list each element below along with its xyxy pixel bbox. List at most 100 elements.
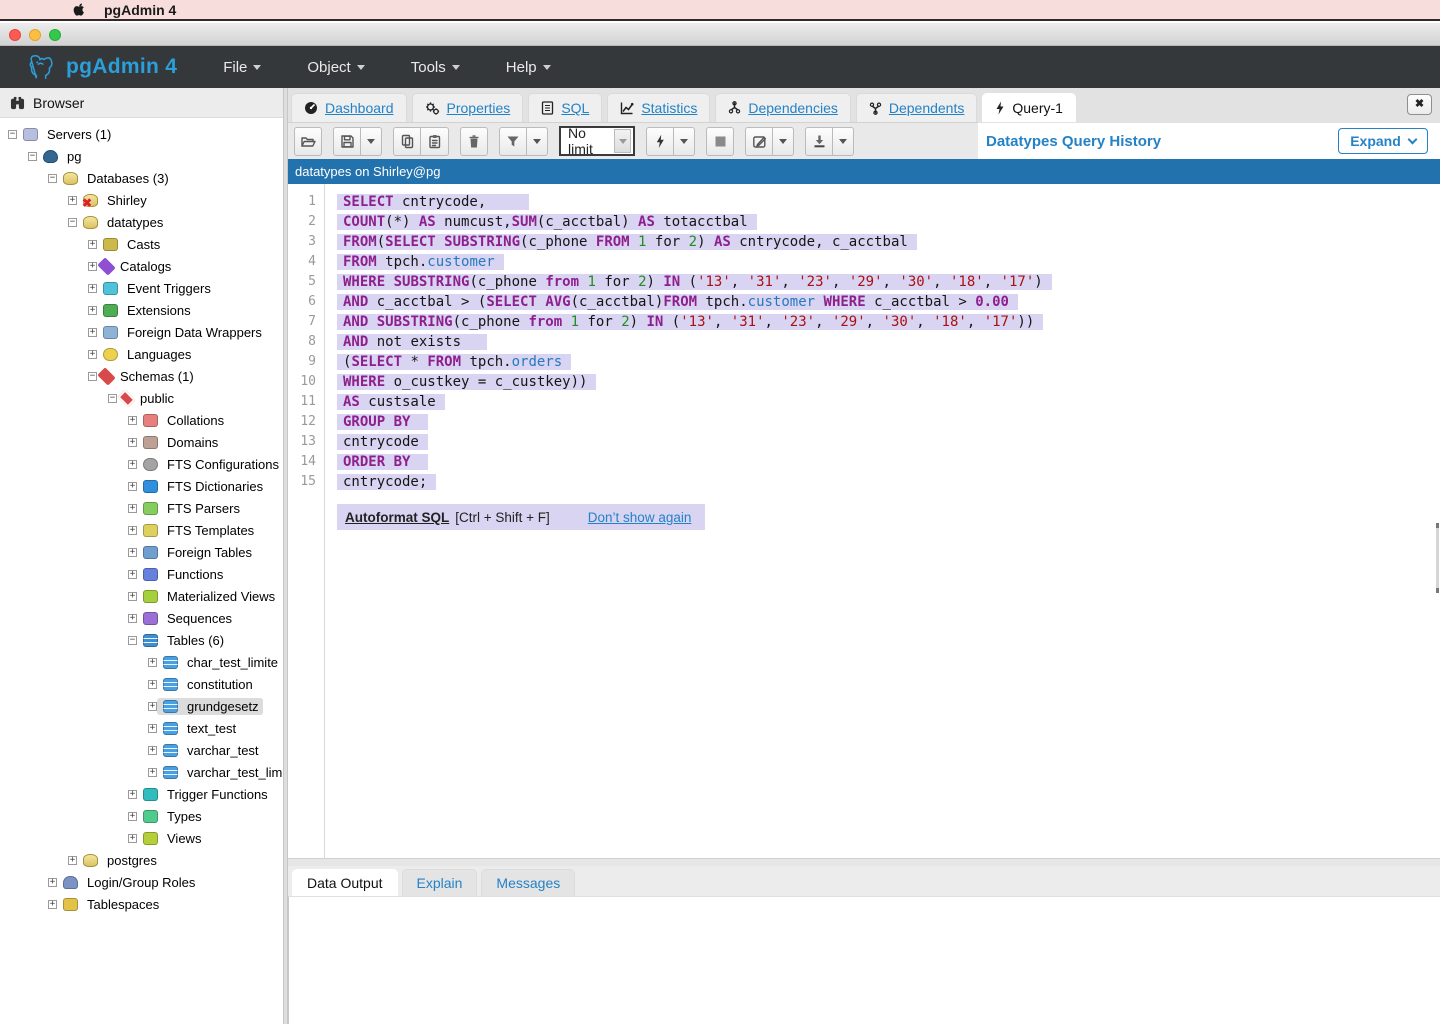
tree-item-varchar_test[interactable]: +varchar_test	[0, 739, 283, 761]
tab-dependencies[interactable]: Dependencies	[715, 93, 851, 122]
expand-icon[interactable]: +	[88, 328, 97, 337]
tree-item-domains[interactable]: +Domains	[0, 431, 283, 453]
tree-item-fts-templates[interactable]: +FTS Templates	[0, 519, 283, 541]
collapse-icon[interactable]: −	[8, 130, 17, 139]
tree-item-pg[interactable]: −pg	[0, 145, 283, 167]
tree-item-varchar_test_lim[interactable]: +varchar_test_lim	[0, 761, 283, 783]
tree-item-views[interactable]: +Views	[0, 827, 283, 849]
expand-icon[interactable]: +	[88, 284, 97, 293]
code-line-5[interactable]: WHERE SUBSTRING(c_phone from 1 for 2) IN…	[343, 272, 1430, 292]
editor-scrollbar[interactable]	[1436, 523, 1439, 593]
code-line-6[interactable]: AND c_acctbal > (SELECT AVG(c_acctbal)FR…	[343, 292, 1430, 312]
collapse-icon[interactable]: −	[108, 394, 117, 403]
tree-item-login-group-roles[interactable]: +Login/Group Roles	[0, 871, 283, 893]
code-line-12[interactable]: GROUP BY	[343, 412, 1430, 432]
filter-button[interactable]	[499, 127, 527, 156]
tree-item-grundgesetz[interactable]: +grundgesetz	[0, 695, 283, 717]
expand-icon[interactable]: +	[148, 768, 157, 777]
collapse-icon[interactable]: −	[128, 636, 137, 645]
tree-item-languages[interactable]: +Languages	[0, 343, 283, 365]
expand-icon[interactable]: +	[148, 680, 157, 689]
collapse-icon[interactable]: −	[68, 218, 77, 227]
tree-item-schemas[interactable]: −Schemas (1)	[0, 365, 283, 387]
tree-item-fts-dictionaries[interactable]: +FTS Dictionaries	[0, 475, 283, 497]
code-line-3[interactable]: FROM(SELECT SUBSTRING(c_phone FROM 1 for…	[343, 232, 1430, 252]
expand-icon[interactable]: +	[128, 438, 137, 447]
stop-button[interactable]	[706, 127, 734, 156]
delete-button[interactable]	[460, 127, 488, 156]
expand-icon[interactable]: +	[88, 306, 97, 315]
execute-menu-button[interactable]	[674, 127, 695, 156]
edit-button[interactable]	[745, 127, 773, 156]
expand-icon[interactable]: +	[128, 592, 137, 601]
expand-icon[interactable]: +	[88, 262, 97, 271]
tree-item-foreign-data-wrappers[interactable]: +Foreign Data Wrappers	[0, 321, 283, 343]
tree-item-sequences[interactable]: +Sequences	[0, 607, 283, 629]
tree-item-event-triggers[interactable]: +Event Triggers	[0, 277, 283, 299]
autoformat-action[interactable]: Autoformat SQL	[345, 510, 449, 525]
tree-item-fts-parsers[interactable]: +FTS Parsers	[0, 497, 283, 519]
code-line-7[interactable]: AND SUBSTRING(c_phone from 1 for 2) IN (…	[343, 312, 1430, 332]
paste-button[interactable]	[421, 127, 449, 156]
tab-data-output[interactable]: Data Output	[292, 869, 398, 896]
execute-query-button[interactable]	[646, 127, 674, 156]
collapse-icon[interactable]: −	[88, 372, 97, 381]
code-line-9[interactable]: (SELECT * FROM tpch.orders	[343, 352, 1430, 372]
tree-item-tables[interactable]: −Tables (6)	[0, 629, 283, 651]
code-line-15[interactable]: cntrycode;	[343, 472, 1430, 492]
expand-icon[interactable]: +	[128, 812, 137, 821]
dont-show-again-link[interactable]: Don’t show again	[588, 510, 692, 525]
expand-icon[interactable]: +	[88, 240, 97, 249]
tree-item-postgres[interactable]: +postgres	[0, 849, 283, 871]
tree-item-casts[interactable]: +Casts	[0, 233, 283, 255]
save-button[interactable]	[333, 127, 361, 156]
filter-menu-button[interactable]	[527, 127, 548, 156]
expand-icon[interactable]: +	[88, 350, 97, 359]
expand-icon[interactable]: +	[128, 504, 137, 513]
tree-item-datatypes[interactable]: −datatypes	[0, 211, 283, 233]
row-limit-select[interactable]: No limit	[559, 126, 635, 156]
expand-icon[interactable]: +	[68, 856, 77, 865]
sql-editor[interactable]: 123456789101112131415 SELECT cntrycode, …	[288, 184, 1440, 858]
zoom-window-button[interactable]	[49, 29, 61, 41]
tree-item-public[interactable]: −public	[0, 387, 283, 409]
tree-item-extensions[interactable]: +Extensions	[0, 299, 283, 321]
expand-icon[interactable]: +	[128, 834, 137, 843]
results-splitter[interactable]	[288, 858, 1440, 866]
expand-icon[interactable]: +	[128, 548, 137, 557]
code-line-11[interactable]: AS custsale	[343, 392, 1430, 412]
tree-item-text_test[interactable]: +text_test	[0, 717, 283, 739]
menu-file[interactable]: File	[223, 59, 261, 76]
expand-icon[interactable]: +	[148, 702, 157, 711]
tab-statistics[interactable]: Dependencies Statistics	[607, 93, 710, 122]
tree-item-fts-configurations[interactable]: +FTS Configurations	[0, 453, 283, 475]
expand-icon[interactable]: +	[128, 482, 137, 491]
expand-button[interactable]: Expand	[1338, 128, 1428, 154]
tab-properties[interactable]: Properties	[412, 93, 524, 122]
expand-icon[interactable]: +	[68, 196, 77, 205]
code-line-13[interactable]: cntrycode	[343, 432, 1430, 452]
tree-item-constitution[interactable]: +constitution	[0, 673, 283, 695]
tree-item-databases[interactable]: −Databases (3)	[0, 167, 283, 189]
tree-item-trigger-functions[interactable]: +Trigger Functions	[0, 783, 283, 805]
expand-icon[interactable]: +	[148, 658, 157, 667]
code-line-2[interactable]: COUNT(*) AS numcust,SUM(c_acctbal) AS to…	[343, 212, 1430, 232]
expand-icon[interactable]: +	[128, 416, 137, 425]
code-line-4[interactable]: FROM tpch.customer	[343, 252, 1430, 272]
expand-icon[interactable]: +	[128, 526, 137, 535]
collapse-icon[interactable]: −	[28, 152, 37, 161]
expand-icon[interactable]: +	[48, 900, 57, 909]
tree-item-materialized-views[interactable]: +Materialized Views	[0, 585, 283, 607]
open-file-button[interactable]	[294, 127, 322, 156]
collapse-icon[interactable]: −	[48, 174, 57, 183]
menubar-app-name[interactable]: pgAdmin 4	[104, 2, 176, 18]
tree-item-types[interactable]: +Types	[0, 805, 283, 827]
tab-sql[interactable]: SQL	[528, 93, 602, 122]
tab-messages[interactable]: Messages	[481, 869, 575, 896]
tree-item-servers[interactable]: −Servers (1)	[0, 123, 283, 145]
code-line-8[interactable]: AND not exists	[343, 332, 1430, 352]
expand-icon[interactable]: +	[148, 746, 157, 755]
tab-query-1[interactable]: Query-1	[982, 93, 1076, 122]
sql-code-area[interactable]: SELECT cntrycode, COUNT(*) AS numcust,SU…	[343, 192, 1430, 492]
tree-item-char_test_limite[interactable]: +char_test_limite	[0, 651, 283, 673]
